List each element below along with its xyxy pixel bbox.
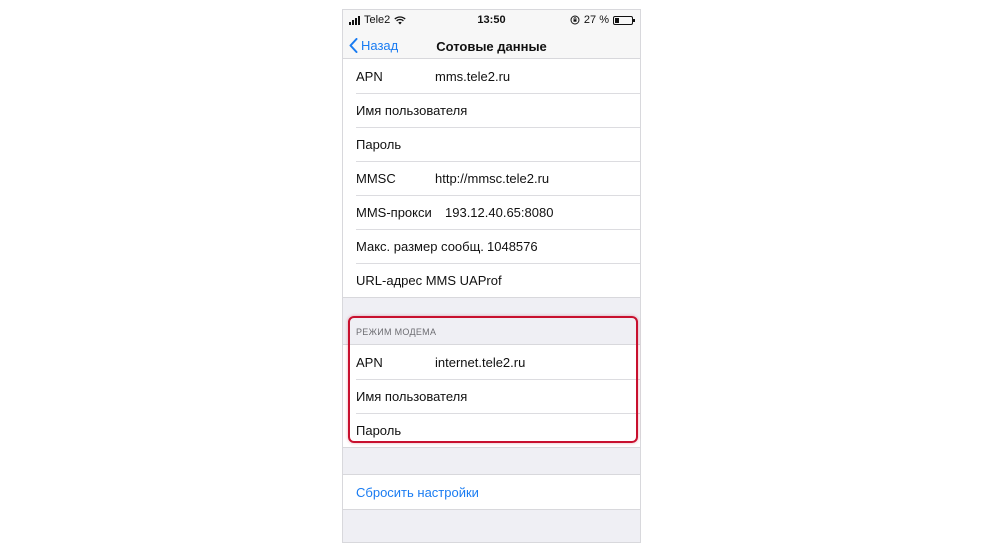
settings-row-max-message-size[interactable]: Макс. размер сообщ. 1048576 <box>343 229 640 263</box>
orientation-lock-icon <box>570 15 580 25</box>
phone-screen: Tele2 13:50 27 % Назад Сотовые данные AP… <box>343 10 640 542</box>
settings-row-apn[interactable]: APN mms.tele2.ru <box>343 59 640 93</box>
row-label: Макс. размер сообщ. <box>356 239 484 254</box>
mms-settings-group: APN mms.tele2.ru Имя пользователя Пароль… <box>343 58 640 298</box>
battery-level-fill <box>615 17 619 23</box>
row-label: APN <box>356 69 383 84</box>
reset-settings-button[interactable]: Сбросить настройки <box>356 485 479 500</box>
battery-icon <box>613 15 635 25</box>
status-bar: Tele2 13:50 27 % <box>343 10 640 30</box>
row-label: Имя пользователя <box>356 103 468 118</box>
row-value[interactable]: internet.tele2.ru <box>435 355 525 370</box>
modem-row-apn[interactable]: APN internet.tele2.ru <box>343 345 640 379</box>
status-right: 27 % <box>570 14 635 26</box>
reset-group: Сбросить настройки <box>343 474 640 510</box>
row-value[interactable]: 1048576 <box>487 239 538 254</box>
row-label: Пароль <box>356 137 402 152</box>
row-label: MMS-прокси <box>356 205 432 220</box>
reset-row[interactable]: Сбросить настройки <box>343 475 640 509</box>
settings-row-mmsc[interactable]: MMSC http://mmsc.tele2.ru <box>343 161 640 195</box>
row-value[interactable]: mms.tele2.ru <box>435 69 510 84</box>
settings-row-mms-proxy[interactable]: MMS-прокси 193.12.40.65:8080 <box>343 195 640 229</box>
row-value[interactable]: http://mmsc.tele2.ru <box>435 171 549 186</box>
settings-row-mms-uaprof-url[interactable]: URL-адрес MMS UAProf <box>343 263 640 297</box>
row-label: URL-адрес MMS UAProf <box>356 273 502 288</box>
row-value[interactable]: 193.12.40.65:8080 <box>445 205 553 220</box>
row-label: APN <box>356 355 383 370</box>
settings-row-username[interactable]: Имя пользователя <box>343 93 640 127</box>
section-header-modem: РЕЖИМ МОДЕМА <box>356 327 437 337</box>
modem-row-username[interactable]: Имя пользователя <box>343 379 640 413</box>
modem-row-password[interactable]: Пароль <box>343 413 640 447</box>
page-title: Сотовые данные <box>436 39 547 54</box>
battery-percent: 27 % <box>583 14 609 26</box>
row-label: Пароль <box>356 423 402 438</box>
row-label: Имя пользователя <box>356 389 468 404</box>
row-label: MMSC <box>356 171 396 186</box>
modem-settings-group: APN internet.tele2.ru Имя пользователя П… <box>343 344 640 448</box>
settings-row-password[interactable]: Пароль <box>343 127 640 161</box>
